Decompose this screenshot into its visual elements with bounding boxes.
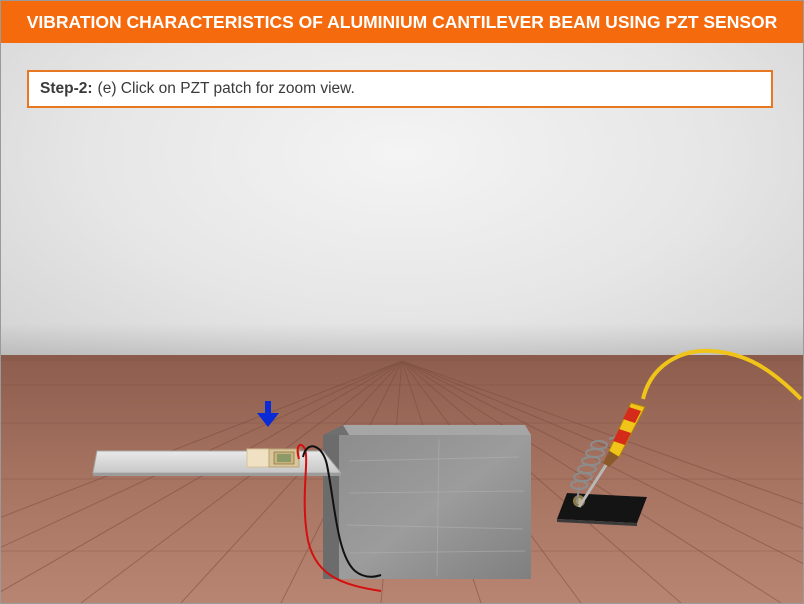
soldering-iron <box>570 348 803 508</box>
pzt-wires <box>296 443 382 592</box>
page-title: VIBRATION CHARACTERISTICS OF ALUMINIUM C… <box>26 11 778 32</box>
down-arrow-icon <box>257 401 279 427</box>
lab-window: VIBRATION CHARACTERISTICS OF ALUMINIUM C… <box>0 0 804 604</box>
lab-scene <box>1 43 803 603</box>
instruction-box: Step-2: (e) Click on PZT patch for zoom … <box>27 70 773 108</box>
step-label: Step-2: <box>40 80 93 97</box>
title-bar: VIBRATION CHARACTERISTICS OF ALUMINIUM C… <box>1 1 803 43</box>
instruction-text: (e) Click on PZT patch for zoom view. <box>97 80 355 97</box>
